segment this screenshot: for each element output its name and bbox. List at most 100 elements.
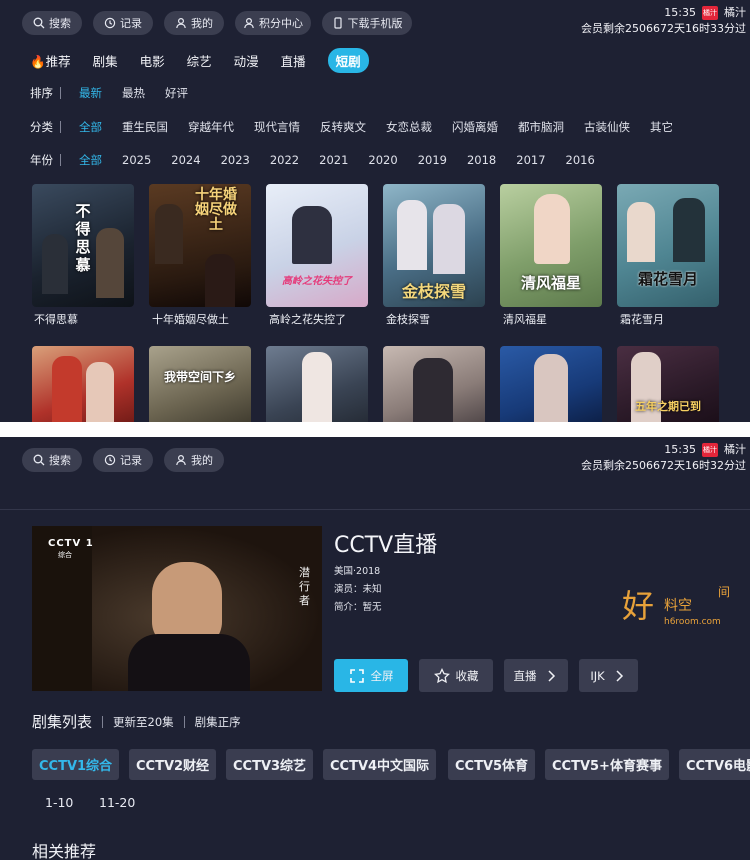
page-title: CCTV直播 [334, 533, 438, 558]
year-option[interactable]: 2021 [319, 153, 348, 167]
category-option[interactable]: 反转爽文 [320, 119, 366, 135]
poster-card[interactable] [383, 346, 485, 422]
chevron-right-icon [547, 669, 555, 682]
category-option[interactable]: 穿越年代 [188, 119, 234, 135]
year-option[interactable]: 2023 [221, 153, 250, 167]
year-option[interactable]: 2022 [270, 153, 299, 167]
nav-label: 推荐 [45, 53, 71, 69]
history-icon [104, 17, 116, 29]
clock: 15:35 [664, 443, 696, 456]
channel-chip[interactable]: CCTV5体育 [448, 749, 536, 780]
year-filter-row: 年份 全部 2025 2024 2023 2022 2021 2020 2019… [30, 150, 615, 170]
search-label: 搜索 [49, 17, 71, 30]
year-option[interactable]: 2025 [122, 153, 151, 167]
source-label: 直播 [513, 668, 537, 683]
category-option[interactable]: 女恋总裁 [386, 119, 432, 135]
poster-card[interactable]: 十年婚姻尽做土 [149, 184, 251, 307]
figure-silhouette [534, 194, 570, 264]
nav-movie[interactable]: 电影 [140, 51, 165, 70]
player-label: IJK [590, 668, 605, 683]
intro-info: 简介：暂无 [334, 602, 382, 613]
category-option[interactable]: 都市脑洞 [518, 119, 564, 135]
category-option[interactable]: 闪婚离婚 [452, 119, 498, 135]
video-player[interactable]: CCTV 1 综合 潜行者 [32, 526, 322, 691]
episode-order-toggle[interactable]: 剧集正序 [195, 714, 241, 730]
channel-chip[interactable]: CCTV3综艺 [226, 749, 314, 780]
sort-option[interactable]: 好评 [165, 85, 188, 101]
sort-option[interactable]: 最热 [122, 85, 145, 101]
range-tab[interactable]: 1-10 [45, 795, 73, 810]
channel-chip[interactable]: CCTV2财经 [129, 749, 217, 780]
channel-logo-sub: 综合 [58, 551, 72, 559]
search-button[interactable]: 搜索 [22, 11, 82, 35]
related-section-title: 相关推荐 [32, 842, 97, 860]
fullscreen-button[interactable]: 全屏 [334, 659, 408, 692]
user-icon [176, 17, 186, 29]
status-area: 15:35 橘汁 橘汁 会员剩余2506672天16时32分过 [581, 442, 746, 474]
category-option[interactable]: 现代言情 [254, 119, 300, 135]
poster-art-title: 金枝探雪 [401, 282, 466, 301]
nav-series[interactable]: 剧集 [93, 51, 118, 70]
flame-icon: 🔥 [30, 53, 46, 69]
download-label: 下载手机版 [347, 17, 403, 30]
poster-card[interactable]: 清风福星 [500, 184, 602, 307]
year-option[interactable]: 2024 [171, 153, 200, 167]
nav-anime[interactable]: 动漫 [234, 51, 259, 70]
poster-card[interactable] [500, 346, 602, 422]
year-option[interactable]: 2018 [467, 153, 496, 167]
history-button[interactable]: 记录 [93, 448, 153, 472]
player-select-button[interactable]: IJK [579, 659, 638, 692]
search-icon [33, 454, 45, 466]
figure-silhouette [86, 362, 114, 422]
video-caption: 潜行者 [299, 566, 310, 607]
watermark-sub: 料空 [664, 598, 692, 614]
poster-art-title: 不得思慕 [75, 202, 91, 274]
sort-filter-row: 排序 最新 最热 好评 [30, 83, 208, 103]
mine-button[interactable]: 我的 [164, 448, 224, 472]
history-button[interactable]: 记录 [93, 11, 153, 35]
nav-live[interactable]: 直播 [281, 51, 306, 70]
poster-card[interactable]: 高岭之花失控了 [266, 184, 368, 307]
search-button[interactable]: 搜索 [22, 448, 82, 472]
poster-card[interactable] [32, 346, 134, 422]
figure-silhouette [413, 358, 453, 422]
range-tab[interactable]: 11-20 [99, 795, 135, 810]
poster-card[interactable]: 金枝探雪 [383, 184, 485, 307]
favorite-button[interactable]: 收藏 [419, 659, 493, 692]
channel-chip[interactable]: CCTV6电影 [679, 749, 750, 780]
poster-card[interactable]: 霜花雪月 [617, 184, 719, 307]
figure-silhouette [534, 354, 568, 422]
poster-card[interactable]: 不得思慕 [32, 184, 134, 307]
divider [60, 154, 61, 166]
category-option[interactable]: 重生民国 [122, 119, 168, 135]
poster-card[interactable]: 我带空间下乡 [149, 346, 251, 422]
channel-chip[interactable]: CCTV5+体育赛事 [545, 749, 669, 780]
mine-button[interactable]: 我的 [164, 11, 224, 35]
download-app-button[interactable]: 下载手机版 [322, 11, 412, 35]
year-option[interactable]: 2017 [516, 153, 545, 167]
category-option[interactable]: 其它 [650, 119, 673, 135]
divider [0, 509, 750, 510]
phone-icon [333, 17, 342, 29]
membership-remaining: 会员剩余2506672天16时32分过 [581, 459, 746, 472]
poster-card[interactable] [266, 346, 368, 422]
poster-title: 十年婚姻尽做土 [152, 313, 229, 326]
nav-short-drama[interactable]: 短剧 [327, 47, 369, 73]
figure-silhouette [292, 206, 332, 264]
channel-chip[interactable]: CCTV4中文国际 [323, 749, 437, 780]
year-option[interactable]: 2020 [368, 153, 397, 167]
poster-art-title: 清风福星 [520, 274, 581, 292]
category-option[interactable]: 古装仙侠 [584, 119, 630, 135]
poster-art-title: 我带空间下乡 [163, 370, 236, 384]
nav-recommend[interactable]: 🔥推荐 [30, 51, 71, 70]
year-option[interactable]: 2019 [418, 153, 447, 167]
points-center-button[interactable]: 积分中心 [235, 11, 311, 35]
poster-card[interactable]: 五年之期已到 [617, 346, 719, 422]
category-option[interactable]: 全部 [79, 119, 102, 135]
year-option[interactable]: 全部 [79, 152, 102, 168]
year-option[interactable]: 2016 [566, 153, 595, 167]
source-select-button[interactable]: 直播 [504, 659, 568, 692]
sort-option[interactable]: 最新 [79, 85, 102, 101]
channel-chip[interactable]: CCTV1综合 [32, 749, 120, 780]
nav-variety[interactable]: 综艺 [187, 51, 212, 70]
